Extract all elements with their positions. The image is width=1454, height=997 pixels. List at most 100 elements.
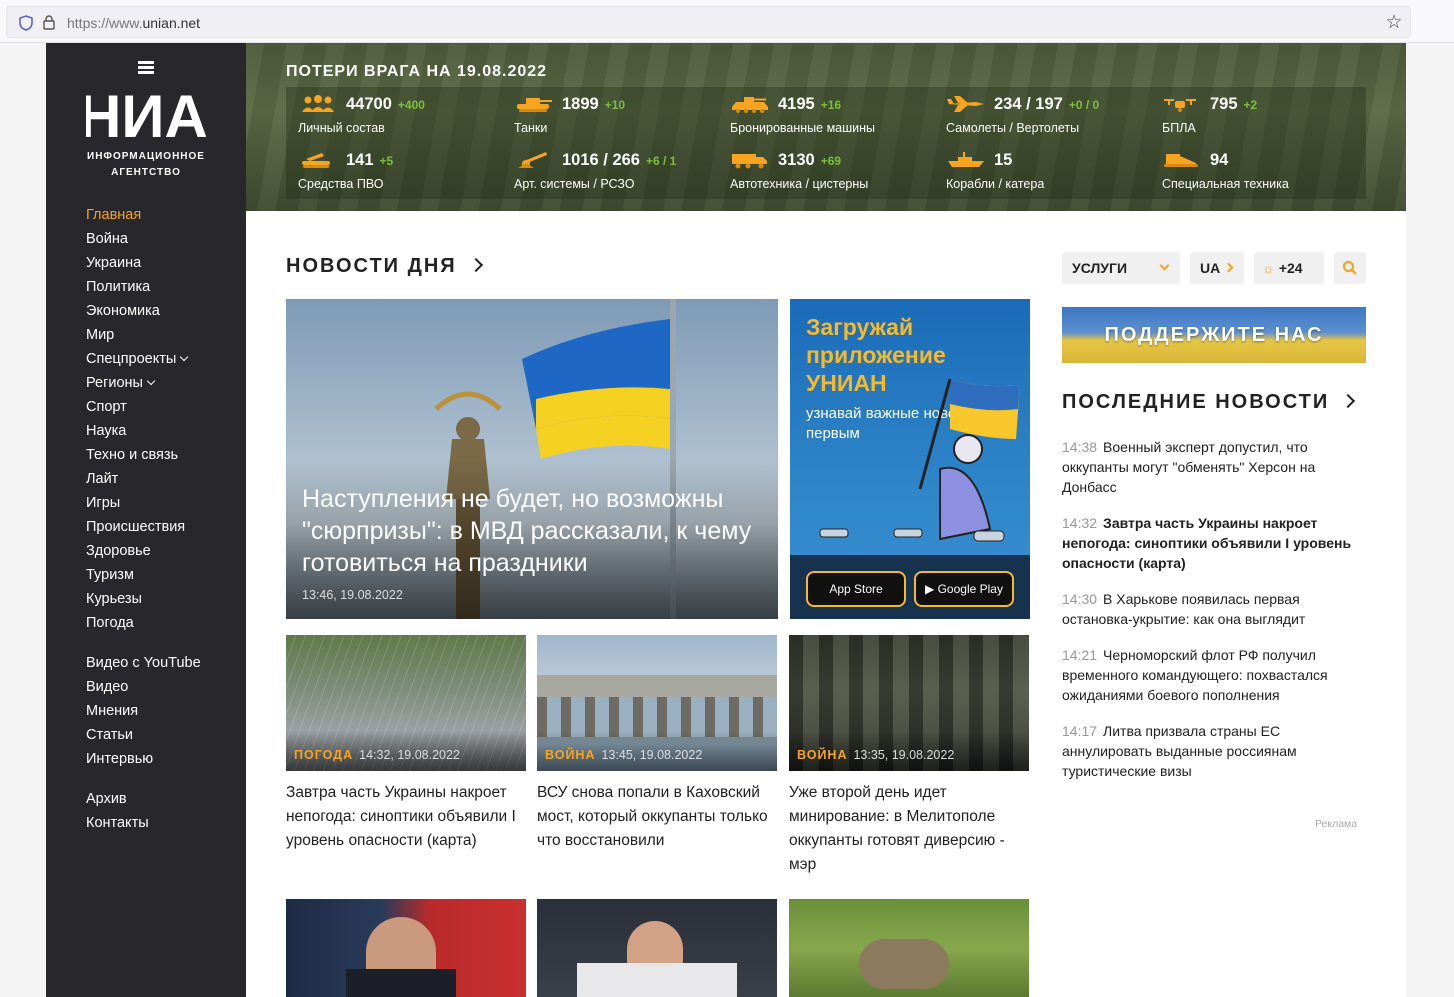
nav-item-kuryezy[interactable]: Курьезы [86,587,201,611]
chevron-right-icon [1223,262,1234,273]
card-meta: ВОЙНА 13:45, 19.08.2022 [545,748,702,762]
hero-title[interactable]: Наступления не будет, но возможны "сюрпр… [302,483,762,579]
hero-date: 13:46, 19.08.2022 [302,588,403,602]
nav-item-stati[interactable]: Статьи [86,723,201,747]
weather-widget[interactable]: ☼ +24 [1254,252,1324,284]
nav-item-sport[interactable]: Спорт [86,395,201,419]
nav-item-video[interactable]: Видео [86,675,201,699]
news-card[interactable] [537,899,777,997]
page: УНИАН ИНФОРМАЦИОННОЕ АГЕНТСТВО Главная В… [46,43,1406,997]
loss-item: 44700 +400 Личный состав [286,87,496,141]
loss-label: Средства ПВО [298,177,384,191]
latest-news-item[interactable]: 14:17 Литва призвала страны ЕС аннулирова… [1062,721,1362,781]
news-text[interactable]: Литва призвала страны ЕС аннулировать вы… [1062,723,1297,779]
nav-item-specproekty[interactable]: Спецпроекты [86,347,201,371]
armored-vehicle-icon [732,97,768,113]
latest-news-item[interactable]: 14:38 Военный эксперт допустил, что оккуп… [1062,437,1362,497]
card-image [537,899,777,997]
app-store-label: App Store [829,582,883,596]
nav-item-intervyu[interactable]: Интервью [86,747,201,771]
news-text[interactable]: В Харькове появилась первая остановка-ук… [1062,591,1305,627]
loss-label: БПЛА [1162,121,1196,135]
news-text[interactable]: Завтра часть Украины накроет непогода: с… [1062,515,1351,571]
sidebar: УНИАН ИНФОРМАЦИОННОЕ АГЕНТСТВО Главная В… [46,43,246,997]
news-of-day-title[interactable]: НОВОСТИ ДНЯ [286,255,483,278]
nav-item-ukraina[interactable]: Украина [86,251,201,275]
lock-icon[interactable] [43,15,55,30]
card-category[interactable]: ПОГОДА [294,748,353,762]
google-play-button[interactable]: ▶ Google Play [914,571,1014,607]
nav-item-label: Спецпроекты [86,351,177,367]
nav-item-politika[interactable]: Политика [86,275,201,299]
sun-cloud-icon: ☼ [1262,260,1275,276]
card-image [286,899,526,997]
loss-number: 94 [1210,151,1229,169]
ad-label: Реклама [1315,818,1358,830]
loss-label: Бронированные машины [730,121,876,135]
news-time: 14:17 [1062,723,1098,739]
enemy-losses-banner[interactable]: ПОТЕРИ ВРАГА НА 19.08.2022 44700 +400 Лич… [246,43,1406,211]
news-text[interactable]: Военный эксперт допустил, что оккупанты … [1062,439,1315,495]
logo-wordmark: УНИАН [86,83,206,141]
news-time: 14:30 [1062,591,1098,607]
loss-number: 1016 / 266 [562,151,640,169]
bookmark-star-icon[interactable]: ☆ [1384,13,1404,33]
nav-item-arhiv[interactable]: Архив [86,787,201,811]
ship-icon [948,152,984,167]
address-bar[interactable]: https://www.unian.net ☆ [6,6,1411,38]
hero-article[interactable]: Наступления не будет, но возможны "сюрпр… [286,299,778,619]
app-store-button[interactable]: App Store [806,571,906,607]
nav-item-regiony[interactable]: Регионы [86,371,201,395]
loss-value: 3130 +69 [778,151,841,170]
card-category[interactable]: ВОЙНА [797,748,847,762]
news-time: 14:21 [1062,647,1098,663]
shirt-shape [577,963,737,997]
bridge-deck [537,675,777,697]
support-us-button[interactable]: ПОДДЕРЖИТЕ НАС [1062,307,1366,363]
loss-value: 94 [1210,151,1234,170]
search-button[interactable] [1334,252,1366,284]
card-title[interactable]: Завтра часть Украины накроет непогода: с… [286,781,530,853]
news-text[interactable]: Черноморский флот РФ получил временного … [1062,647,1328,703]
nav-item-layt[interactable]: Лайт [86,467,201,491]
language-switch[interactable]: UA [1190,252,1244,284]
latest-news-item[interactable]: 14:21 Черноморский флот РФ получил времен… [1062,645,1362,705]
nav-item-igry[interactable]: Игры [86,491,201,515]
services-dropdown[interactable]: УСЛУГИ [1062,252,1180,284]
card-category[interactable]: ВОЙНА [545,748,595,762]
news-card[interactable] [286,899,526,997]
nav-item-label: Регионы [86,375,143,391]
latest-news-title[interactable]: ПОСЛЕДНИЕ НОВОСТИ [1062,391,1356,414]
latest-news-item[interactable]: 14:30 В Харькове появилась первая останов… [1062,589,1362,629]
loss-increase: +2 [1243,98,1258,112]
nav-item-mir[interactable]: Мир [86,323,201,347]
app-promo-banner[interactable]: Загружай приложение УНИАН узнавай важные… [790,299,1030,619]
loss-value: 1899 +10 [562,95,625,114]
card-meta: ВОЙНА 13:35, 19.08.2022 [797,748,954,762]
news-card[interactable] [789,899,1029,997]
loss-value: 1016 / 266 +6 / 1 [562,151,676,170]
nav-item-kontakty[interactable]: Контакты [86,811,201,835]
loss-item: 4195 +16 Бронированные машины [718,87,928,141]
url-domain: unian.net [142,15,201,31]
nav-item-mneniya[interactable]: Мнения [86,699,201,723]
nav-item-youtube[interactable]: Видео с YouTube [86,651,201,675]
shield-icon[interactable] [19,15,33,31]
latest-news-item[interactable]: 14:32 Завтра часть Украины накроет непого… [1062,513,1362,573]
nav-item-voyna[interactable]: Война [86,227,201,251]
card-title[interactable]: ВСУ снова попали в Каховский мост, котор… [537,781,781,853]
nav-item-turizm[interactable]: Туризм [86,563,201,587]
soldiers-icon [302,95,334,112]
url-text[interactable]: https://www.unian.net [67,15,200,31]
card-title[interactable]: Уже второй день идет минирование: в Мели… [789,781,1033,877]
loss-item: 15 Корабли / катера [934,143,1144,197]
nav-item-tehno[interactable]: Техно и связь [86,443,201,467]
nav-item-glavnaya[interactable]: Главная [86,203,201,227]
nav-item-nauka[interactable]: Наука [86,419,201,443]
nav-item-pogoda[interactable]: Погода [86,611,201,635]
nav-item-proisshestviya[interactable]: Происшествия [86,515,201,539]
loss-number: 4195 [778,95,815,113]
nav-item-zdorovye[interactable]: Здоровье [86,539,201,563]
nav-item-ekonomika[interactable]: Экономика [86,299,201,323]
page-margin-right [1406,43,1454,997]
